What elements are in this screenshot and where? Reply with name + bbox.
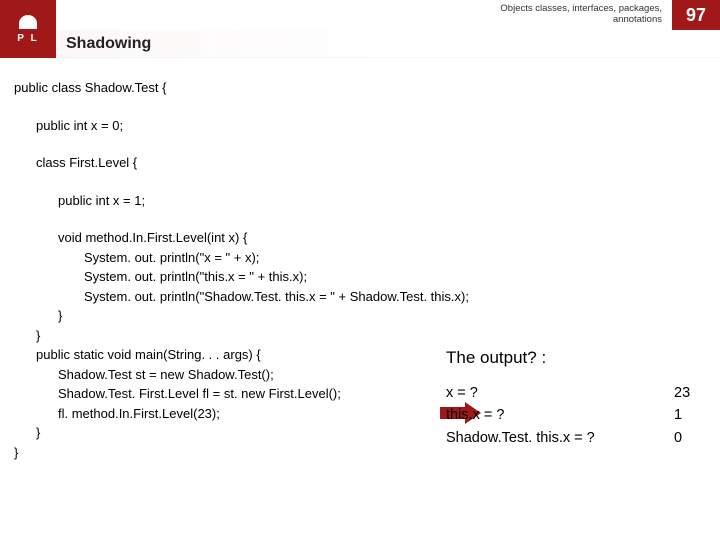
output-answer: 23 [674,382,706,404]
code-line: void method.In.First.Level(int x) { [14,228,706,248]
output-panel: The output? : x = ? 23 this.x = ? 1 Shad… [446,348,706,449]
page-number: 97 [672,0,720,30]
logo-letters: P L [17,33,38,44]
code-line: } [14,306,706,326]
output-question: Shadow.Test. this.x = ? [446,427,674,449]
code-line: class First.Level { [14,153,706,173]
output-title: The output? : [446,348,706,368]
output-row: this.x = ? 1 [446,404,706,426]
output-question: x = ? [446,382,674,404]
breadcrumb: Objects classes, interfaces, packages, a… [500,4,672,26]
title-row: Shadowing [56,30,720,58]
output-question: this.x = ? [446,404,674,426]
output-row: Shadow.Test. this.x = ? 0 [446,427,706,449]
page-title: Shadowing [66,35,151,53]
output-answer: 0 [674,427,706,449]
logo-shield-icon [19,15,37,29]
code-line: public int x = 1; [14,191,706,211]
output-answer: 1 [674,404,706,426]
code-line: System. out. println("Shadow.Test. this.… [14,287,706,307]
header-content: Objects classes, interfaces, packages, a… [56,0,720,58]
breadcrumb-line2: annotations [500,15,662,26]
code-line: public class Shadow.Test { [14,78,706,98]
slide-header: P L Objects classes, interfaces, package… [0,0,720,58]
code-line: System. out. println("this.x = " + this.… [14,267,706,287]
output-row: x = ? 23 [446,382,706,404]
code-line: } [14,326,706,346]
university-logo: P L [0,0,56,58]
code-line: System. out. println("x = " + x); [14,248,706,268]
header-top-strip: Objects classes, interfaces, packages, a… [56,0,720,30]
code-line: public int x = 0; [14,116,706,136]
